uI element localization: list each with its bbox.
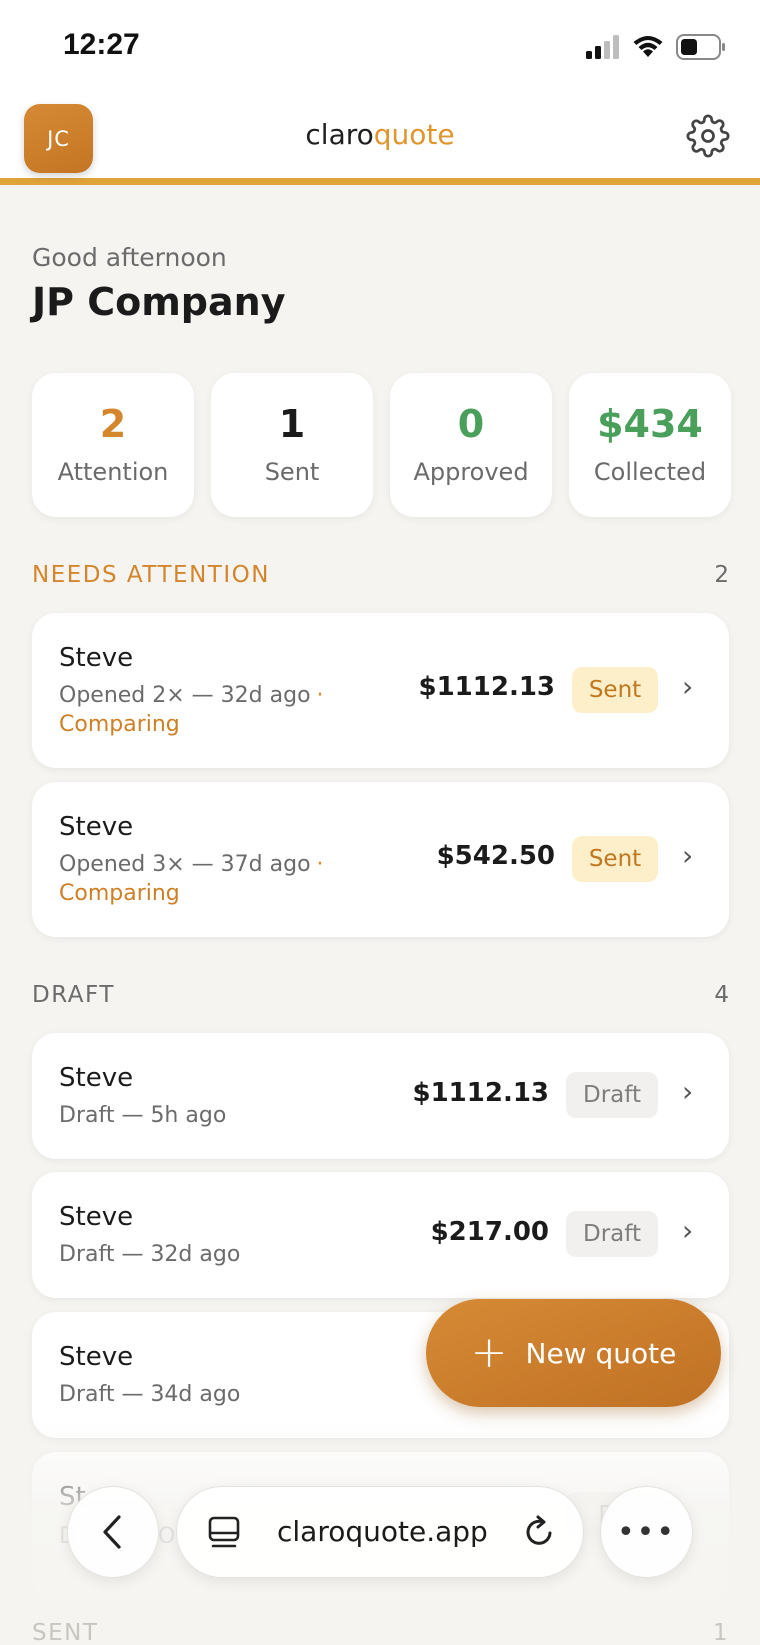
new-quote-button[interactable]: + New quote (426, 1299, 721, 1407)
section-title: DRAFT (32, 982, 115, 1008)
chevron-right-icon: › (682, 839, 694, 872)
app-header: JC claroquote (0, 100, 760, 185)
quote-meta-text: Opened 2× — 32d ago (59, 683, 311, 708)
status-badge: Sent (572, 667, 658, 713)
stat-label: Sent (264, 457, 320, 486)
chevron-right-icon: › (682, 1075, 694, 1108)
stat-label: Approved (413, 457, 529, 486)
quote-amount: $217.00 (430, 1217, 549, 1247)
wifi-icon (633, 36, 663, 57)
url-text: claroquote.app (277, 1515, 488, 1548)
browser-more-button[interactable]: ••• (600, 1486, 693, 1578)
quote-card[interactable]: Steve Draft — 5h ago $1112.13 Draft › (32, 1033, 729, 1159)
reload-icon[interactable] (521, 1513, 557, 1551)
client-name: Steve (59, 812, 134, 842)
quote-card[interactable]: Steve Opened 3× — 37d ago · Comparing $54… (32, 782, 729, 937)
section-count: 1 (712, 1620, 729, 1645)
client-name: Steve (59, 1202, 134, 1232)
stat-card-approved[interactable]: 0 Approved (390, 373, 552, 517)
stat-value: 2 (99, 402, 127, 447)
section-title: NEEDS ATTENTION (32, 562, 270, 588)
quote-card[interactable]: Steve Opened 2× — 32d ago · Comparing $11… (32, 613, 729, 768)
url-bar[interactable]: claroquote.app (176, 1486, 584, 1578)
status-badge: Draft (566, 1211, 658, 1257)
quote-meta-text: Opened 3× — 37d ago (59, 852, 311, 877)
tabs-icon (208, 1516, 240, 1548)
chevron-right-icon: › (682, 670, 694, 703)
quote-amount: $1112.13 (412, 1078, 549, 1108)
chevron-right-icon: › (682, 1214, 694, 1247)
greeting: Good afternoon (32, 243, 227, 272)
status-bar: 12:27 (0, 0, 760, 100)
quote-meta: Draft — 32d ago (59, 1242, 241, 1267)
section-header-draft: DRAFT 4 (32, 982, 729, 1008)
quote-meta: Opened 3× — 37d ago · (59, 852, 324, 877)
stat-label: Attention (57, 457, 169, 486)
stat-value: 1 (278, 402, 306, 447)
section-header-sent: SENT 1 (32, 1620, 729, 1645)
stat-card-collected[interactable]: $434 Collected (569, 373, 731, 517)
signal-icon (586, 35, 619, 59)
status-time: 12:27 (63, 28, 140, 61)
client-name: Steve (59, 1342, 134, 1372)
status-badge: Draft (566, 1072, 658, 1118)
section-header-needs-attention: NEEDS ATTENTION 2 (32, 562, 729, 588)
gear-icon (686, 114, 730, 158)
section-title: SENT (32, 1620, 99, 1645)
brand-part-1: claro (305, 118, 374, 151)
section-count: 2 (714, 562, 729, 588)
stat-card-sent[interactable]: 1 Sent (211, 373, 373, 517)
stat-card-attention[interactable]: 2 Attention (32, 373, 194, 517)
stat-value: $434 (597, 402, 703, 447)
battery-icon (676, 34, 725, 60)
browser-back-button[interactable] (67, 1486, 159, 1578)
company-name: JP Company (32, 280, 286, 324)
stat-value: 0 (457, 402, 485, 447)
plus-icon: + (470, 1327, 508, 1378)
settings-button[interactable] (686, 114, 730, 158)
brand-part-2: quote (373, 118, 455, 151)
quote-amount: $542.50 (436, 841, 555, 871)
stat-label: Collected (593, 457, 707, 486)
status-icons (586, 34, 726, 60)
section-count: 4 (714, 982, 729, 1008)
chevron-left-icon (103, 1515, 121, 1549)
quote-amount: $1112.13 (418, 672, 555, 702)
more-icon: ••• (616, 1514, 677, 1550)
stats-row: 2 Attention 1 Sent 0 Approved $434 Colle… (32, 373, 731, 517)
meta-dot: · (316, 852, 324, 877)
quote-tag: Comparing (59, 881, 180, 906)
quote-meta: Draft — 5h ago (59, 1103, 227, 1128)
client-name: Steve (59, 1063, 134, 1093)
quote-tag: Comparing (59, 712, 180, 737)
brand-logo: claroquote (0, 118, 760, 151)
status-badge: Sent (572, 836, 658, 882)
client-name: Steve (59, 643, 134, 673)
quote-meta: Draft — 34d ago (59, 1382, 241, 1407)
meta-dot: · (316, 683, 324, 708)
quote-card[interactable]: Steve Draft — 32d ago $217.00 Draft › (32, 1172, 729, 1298)
new-quote-label: New quote (525, 1336, 677, 1370)
quote-meta: Opened 2× — 32d ago · (59, 683, 324, 708)
